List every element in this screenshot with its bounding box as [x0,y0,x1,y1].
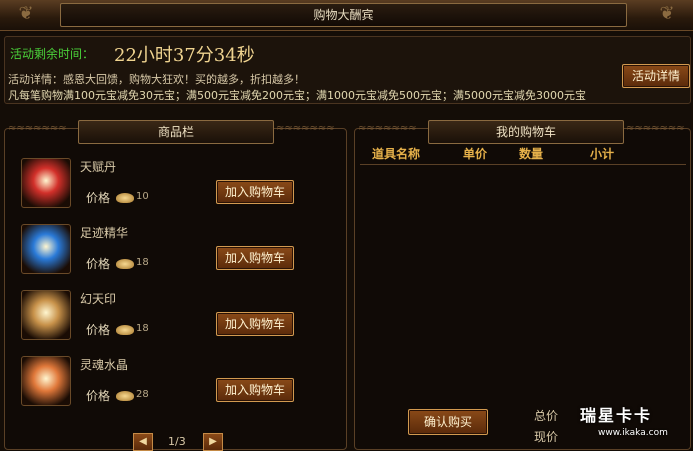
watermark-text: 瑞星卡卡 [580,406,653,425]
arrow-right-icon: ▶ [209,436,217,447]
add-to-cart-button[interactable]: 加入购物车 [216,246,294,270]
ingot-icon [116,325,134,335]
item-name: 天赋丹 [80,160,117,174]
item-name: 幻天印 [80,292,117,306]
item-thumbnail [21,290,71,340]
column-item-name: 道具名称 [372,147,421,161]
item-thumbnail [21,158,71,208]
price-label: 价格 [86,191,111,205]
left-header-ornament-icon-2: ≈≈≈≈≈≈≈ [276,124,335,134]
item-price: 18 [136,257,149,268]
add-to-cart-button[interactable]: 加入购物车 [216,180,294,204]
left-ornament-icon: ❦ [18,3,34,24]
add-to-cart-button[interactable]: 加入购物车 [216,312,294,336]
arrow-left-icon: ◀ [139,436,147,447]
item-name: 灵魂水晶 [80,358,129,372]
left-header-ornament-icon: ≈≈≈≈≈≈≈ [8,124,67,134]
ingot-icon [116,391,134,401]
timer-label: 活动剩余时间： [10,47,95,61]
right-ornament-icon: ❦ [659,3,675,24]
ingot-icon [116,193,134,203]
item-price: 10 [136,191,149,202]
price-label: 价格 [86,389,111,403]
next-page-button[interactable]: ▶ [203,433,223,451]
timer-value: 22小时37分34秒 [114,45,255,66]
cart-header: 我的购物车 [428,120,624,144]
column-quantity: 数量 [519,147,544,161]
item-thumbnail [21,224,71,274]
price-label: 价格 [86,323,111,337]
discount-rules: 凡每笔购物满100元宝减免30元宝；满500元宝减免200元宝；满1000元宝减… [8,89,586,102]
add-to-cart-button[interactable]: 加入购物车 [216,378,294,402]
item-name: 足迹精华 [80,226,129,240]
column-subtotal: 小计 [590,147,615,161]
page-indicator: 1/3 [168,435,186,448]
current-price-label: 现价 [534,430,559,444]
right-header-ornament-icon-2: ≈≈≈≈≈≈≈ [626,124,685,134]
price-label: 价格 [86,257,111,271]
column-unit-price: 单价 [463,147,488,161]
prev-page-button[interactable]: ◀ [133,433,153,451]
event-detail-button[interactable]: 活动详情 [622,64,690,88]
shop-header: 商品栏 [78,120,274,144]
right-header-ornament-icon: ≈≈≈≈≈≈≈ [358,124,417,134]
item-price: 18 [136,323,149,334]
item-price: 28 [136,389,149,400]
watermark-url: www.ikaka.com [598,428,668,438]
event-description: 活动详情：感恩大回馈，购物大狂欢！买的越多，折扣越多！ [8,73,305,86]
item-thumbnail [21,356,71,406]
window-title: 购物大酬宾 [60,3,627,27]
confirm-purchase-button[interactable]: 确认购买 [408,409,488,435]
ingot-icon [116,259,134,269]
total-price-label: 总价 [534,409,559,423]
